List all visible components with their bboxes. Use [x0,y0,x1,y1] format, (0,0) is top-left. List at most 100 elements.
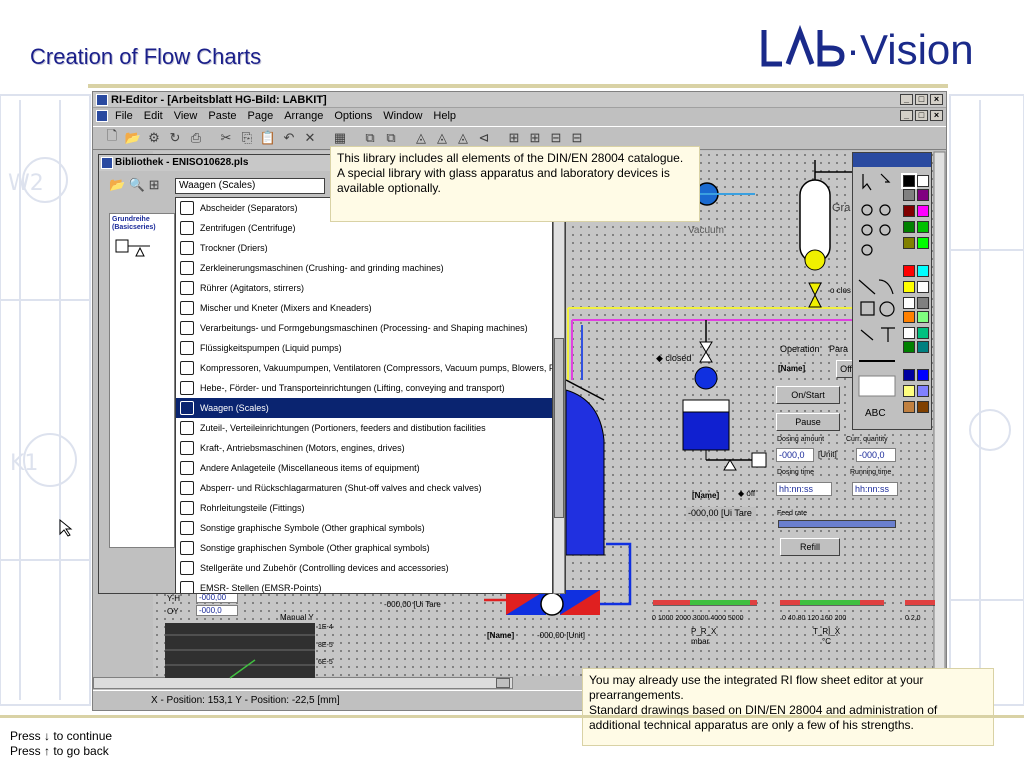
curr-quantity-field: -000,0 [856,448,896,462]
color-red[interactable] [903,265,915,277]
color-white-2[interactable] [917,281,929,293]
dosing-time-field[interactable]: hh:nn:ss [776,482,832,496]
color-purple[interactable] [917,189,929,201]
library-item[interactable]: Andere Anlageteile (Miscellaneous items … [176,458,552,478]
symbol-icon [180,481,194,495]
oy-field[interactable]: -000,0 [196,605,238,616]
library-search-icon[interactable]: 🔍 [129,177,145,192]
symbol-icon [180,581,194,593]
rect-tool-icon [860,301,875,316]
library-item-label: Kompressoren, Vakuumpumpen, Ventilatoren… [200,363,552,373]
library-item[interactable]: Absperr- und Rückschlagarmaturen (Shut-o… [176,478,552,498]
library-item[interactable]: Stellgeräte und Zubehör (Controlling dev… [176,558,552,578]
color-white[interactable] [917,175,929,187]
gauge2-ticks: 0 40 80 120 160 200 [782,615,847,622]
color-dark-green[interactable] [903,341,915,353]
on-start-button[interactable]: On/Start [776,386,840,404]
color-yellow[interactable] [903,281,915,293]
curr-quantity-label: Curr. quantity [846,436,888,443]
color-light-blue[interactable] [917,385,929,397]
pump-value: -000,00 [Unit] [537,631,586,640]
library-item-label: Hebe-, Förder- und Transporteinrichtunge… [200,383,505,393]
color-gray-2[interactable] [917,297,929,309]
library-item[interactable]: Rohrleitungsteile (Fittings) [176,498,552,518]
color-brown[interactable] [903,401,915,413]
mouse-cursor-icon [59,518,73,537]
symbol-icon [180,301,194,315]
arc-tool-icon [878,279,894,295]
refill-button[interactable]: Refill [780,538,840,556]
color-cyan[interactable] [917,265,929,277]
tool-palette: ABC [852,152,932,430]
library-item[interactable]: Trockner (Driers) [176,238,552,258]
symbol-icon [180,221,194,235]
color-navy[interactable] [903,369,915,381]
symbol-icon [180,421,194,435]
color-light-green[interactable] [917,311,929,323]
yh-label: Y-H [167,594,181,603]
color-dark-brown[interactable] [917,401,929,413]
library-view-icon[interactable]: ⊞ [149,177,160,192]
feed-rate-bar[interactable] [778,520,896,528]
symbol-icon [180,521,194,535]
library-note: This library includes all elements of th… [330,146,700,222]
zoom-1to1-icon [879,224,891,236]
color-gray[interactable] [903,189,915,201]
library-item[interactable]: Kompressoren, Vakuumpumpen, Ventilatoren… [176,358,552,378]
library-item-label: EMSR- Stellen (EMSR-Points) [200,583,322,593]
library-item[interactable]: Sonstige graphische Symbole (Other graph… [176,518,552,538]
color-bright-green[interactable] [917,237,929,249]
zoom-fit-icon [861,224,873,236]
color-blue[interactable] [917,369,929,381]
symbol-icon [180,501,194,515]
color-maroon[interactable] [903,205,915,217]
library-item[interactable]: EMSR- Stellen (EMSR-Points) [176,578,552,593]
library-item[interactable]: Sonstige graphischen Symbole (Other grap… [176,538,552,558]
color-orange[interactable] [903,311,915,323]
trend-value-2: 8E-5 [318,642,333,649]
tab-operation[interactable]: Operation [780,344,820,354]
gauge1-name: P_R_X [691,627,717,636]
gauge1-unit: mbar [691,637,710,646]
symbol-icon [180,561,194,575]
unit-label: [Unit] [818,450,837,459]
color-teal[interactable] [917,327,929,339]
symbol-icon [180,401,194,415]
color-lime[interactable] [917,221,929,233]
select-arrow-icon [862,174,872,191]
color-white-4[interactable] [903,327,915,339]
symbol-icon [180,261,194,275]
library-item[interactable]: Waagen (Scales) [176,398,552,418]
color-dark-teal[interactable] [917,341,929,353]
color-white-3[interactable] [903,297,915,309]
library-item[interactable]: Mischer und Kneter (Mixers and Kneaders) [176,298,552,318]
color-pale-yellow[interactable] [903,385,915,397]
library-toolbar: 📂 🔍 ⊞ [109,177,160,193]
library-item-label: Zuteil-, Verteileinrichtungen (Portioner… [200,423,486,433]
tab-parameters[interactable]: Para [829,344,848,354]
color-black[interactable] [901,173,917,189]
running-time-label: Running time [850,469,892,476]
color-green[interactable] [903,221,915,233]
library-item[interactable]: Rührer (Agitators, stirrers) [176,278,552,298]
gauge2-unit: °C [822,637,831,646]
library-item[interactable]: Kraft-, Antriebsmaschinen (Motors, engin… [176,438,552,458]
library-item[interactable]: Zerkleinerungsmaschinen (Crushing- and g… [176,258,552,278]
library-open-icon[interactable]: 📂 [109,177,125,192]
library-item[interactable]: Hebe-, Förder- und Transporteinrichtunge… [176,378,552,398]
category-select[interactable]: Waagen (Scales) [175,178,325,194]
gauge2-name: T_RI_X [813,627,841,636]
pause-button[interactable]: Pause [776,413,840,431]
color-olive[interactable] [903,237,915,249]
vacuum-label: Vacuum [688,225,724,236]
color-magenta[interactable] [917,205,929,217]
name-label: [Name] [778,364,806,373]
library-scroll-thumb[interactable] [554,338,564,518]
library-item[interactable]: Verarbeitungs- und Formgebungsmaschinen … [176,318,552,338]
back-hint: Press ↑ to go back [10,744,109,758]
library-item-list: Abscheider (Separators) Zentrifugen (Cent… [175,197,553,594]
library-scrollbar[interactable] [553,197,565,594]
dosing-amount-field[interactable]: -000,0 [776,448,814,462]
library-item[interactable]: Flüssigkeitspumpen (Liquid pumps) [176,338,552,358]
library-item[interactable]: Zuteil-, Verteileinrichtungen (Portioner… [176,418,552,438]
